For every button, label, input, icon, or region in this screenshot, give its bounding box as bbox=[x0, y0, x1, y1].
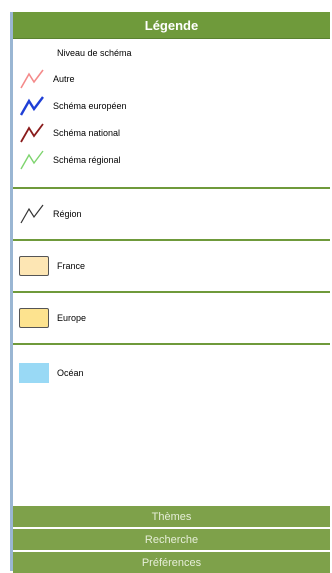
tab-preferences[interactable]: Préférences bbox=[13, 550, 330, 573]
tab-preferences-label: Préférences bbox=[141, 556, 202, 569]
schema-level-section: Niveau de schéma Autre Schéma européen S… bbox=[13, 39, 330, 189]
legend-item-schema-national: Schéma national bbox=[13, 119, 330, 146]
panel-title: Légende bbox=[144, 17, 199, 33]
france-swatch bbox=[19, 256, 49, 276]
tab-recherche-label: Recherche bbox=[144, 533, 199, 546]
zigzag-line-icon bbox=[20, 122, 44, 142]
legend-item-france: France bbox=[13, 241, 330, 291]
tab-themes[interactable]: Thèmes bbox=[13, 504, 330, 527]
panel-header[interactable]: Légende bbox=[13, 12, 330, 39]
legend-label: Océan bbox=[57, 367, 84, 378]
zigzag-line-icon bbox=[20, 204, 44, 224]
europe-swatch bbox=[19, 308, 49, 328]
legend-label: Autre bbox=[53, 73, 75, 84]
europe-section: Europe bbox=[13, 293, 330, 345]
legend-label: Schéma régional bbox=[53, 154, 121, 165]
legend-content: Niveau de schéma Autre Schéma européen S… bbox=[13, 39, 330, 506]
ocean-swatch bbox=[19, 362, 49, 383]
legend-label: France bbox=[57, 261, 86, 271]
legend-item-europe: Europe bbox=[13, 293, 330, 343]
legend-label: Schéma européen bbox=[53, 100, 127, 111]
france-section: France bbox=[13, 241, 330, 293]
ocean-section: Océan bbox=[13, 345, 330, 400]
tab-recherche[interactable]: Recherche bbox=[13, 527, 330, 550]
legend-item-ocean: Océan bbox=[13, 345, 330, 400]
zigzag-line-icon bbox=[20, 150, 44, 169]
legend-item-schema-europeen: Schéma européen bbox=[13, 92, 330, 119]
zigzag-line-icon bbox=[20, 69, 44, 88]
legend-item-schema-regional: Schéma régional bbox=[13, 146, 330, 173]
schema-level-title-row: Niveau de schéma bbox=[13, 41, 330, 65]
legend-item-autre: Autre bbox=[13, 65, 330, 92]
legend-panel: Légende Niveau de schéma Autre Schéma eu… bbox=[10, 12, 330, 573]
zigzag-line-icon bbox=[19, 95, 44, 116]
legend-label: Région bbox=[53, 209, 82, 219]
tab-themes-label: Thèmes bbox=[151, 510, 192, 523]
legend-item-region: Région bbox=[13, 189, 330, 239]
legend-label: Schéma national bbox=[53, 127, 121, 138]
legend-label: Europe bbox=[57, 313, 87, 323]
schema-level-title: Niveau de schéma bbox=[57, 48, 132, 58]
region-section: Région bbox=[13, 189, 330, 241]
